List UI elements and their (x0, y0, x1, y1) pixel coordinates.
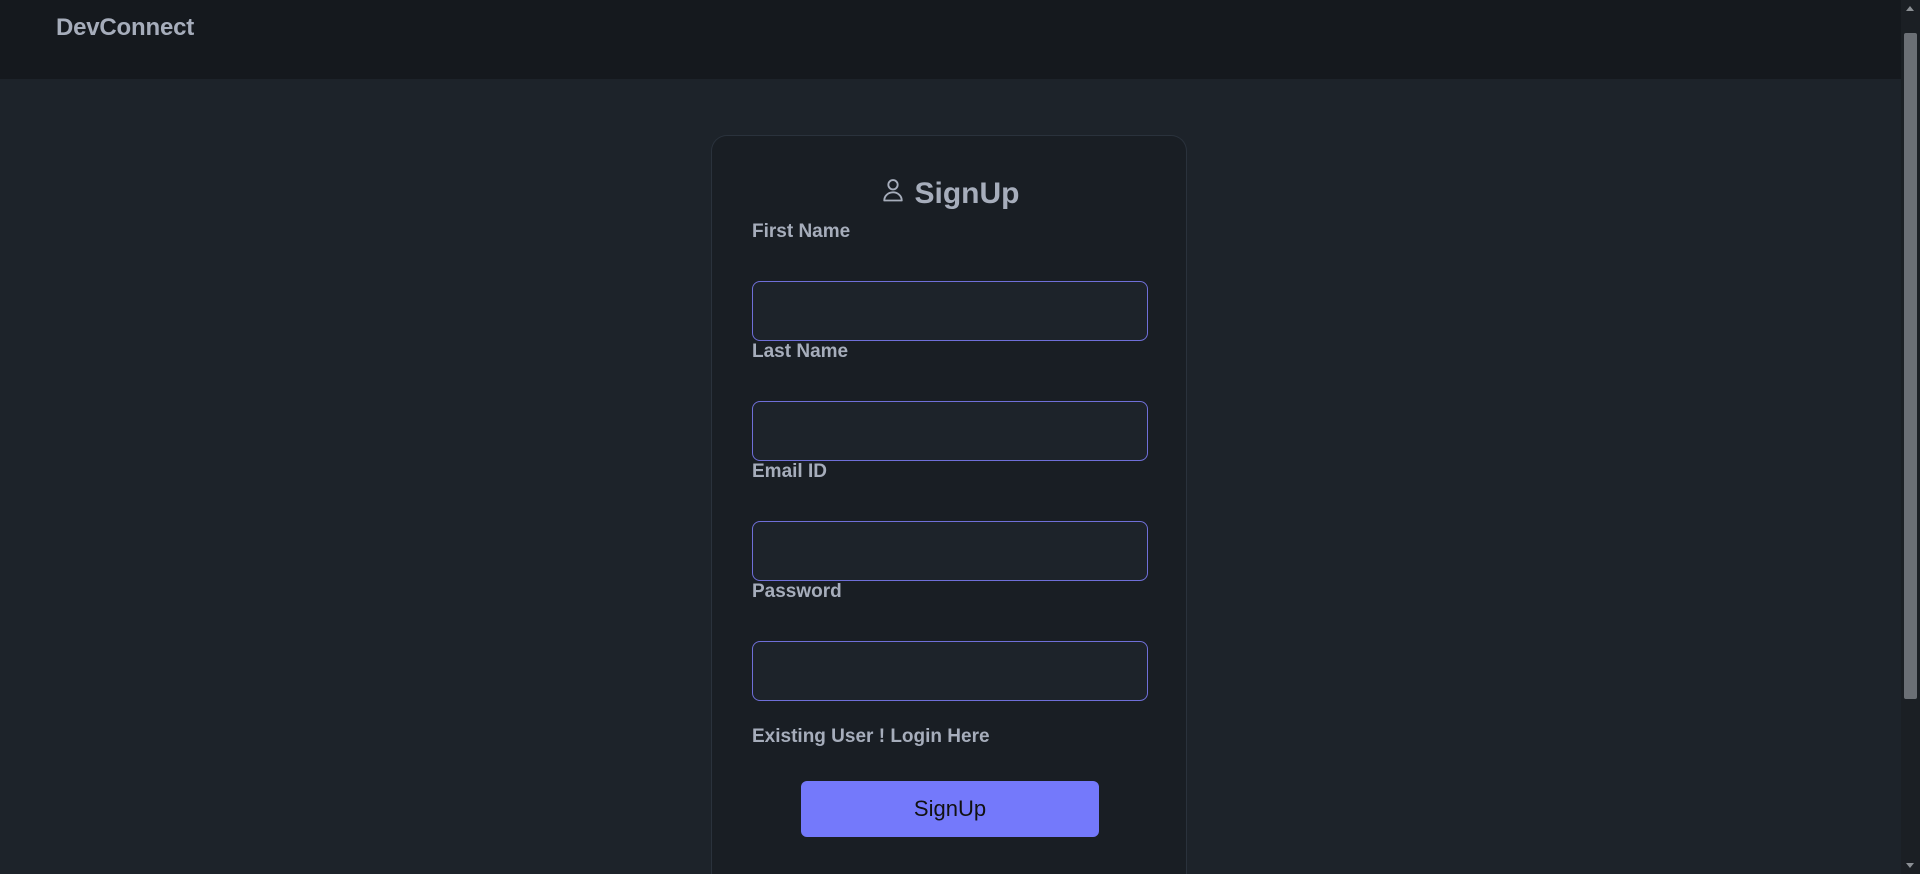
password-label: Password (752, 581, 842, 602)
navbar: DevConnect (0, 0, 1901, 79)
signup-card: SignUp First Name Last Name Email ID Pas… (711, 135, 1187, 874)
vertical-scrollbar[interactable] (1901, 0, 1920, 874)
email-label: Email ID (752, 461, 827, 482)
scroll-thumb[interactable] (1904, 33, 1917, 699)
first-name-input[interactable] (752, 281, 1148, 341)
email-input[interactable] (752, 521, 1148, 581)
scroll-up-icon[interactable] (1906, 6, 1914, 11)
last-name-label: Last Name (752, 341, 849, 362)
last-name-input[interactable] (752, 401, 1148, 461)
signup-button[interactable]: SignUp (801, 781, 1099, 837)
signup-title: SignUp (712, 176, 1186, 212)
brand-logo[interactable]: DevConnect (56, 14, 194, 42)
scroll-down-icon[interactable] (1906, 863, 1914, 868)
signup-title-text: SignUp (914, 177, 1020, 210)
user-icon (879, 176, 907, 212)
login-link[interactable]: Existing User ! Login Here (752, 726, 990, 748)
first-name-label: First Name (752, 221, 851, 242)
password-input[interactable] (752, 641, 1148, 701)
